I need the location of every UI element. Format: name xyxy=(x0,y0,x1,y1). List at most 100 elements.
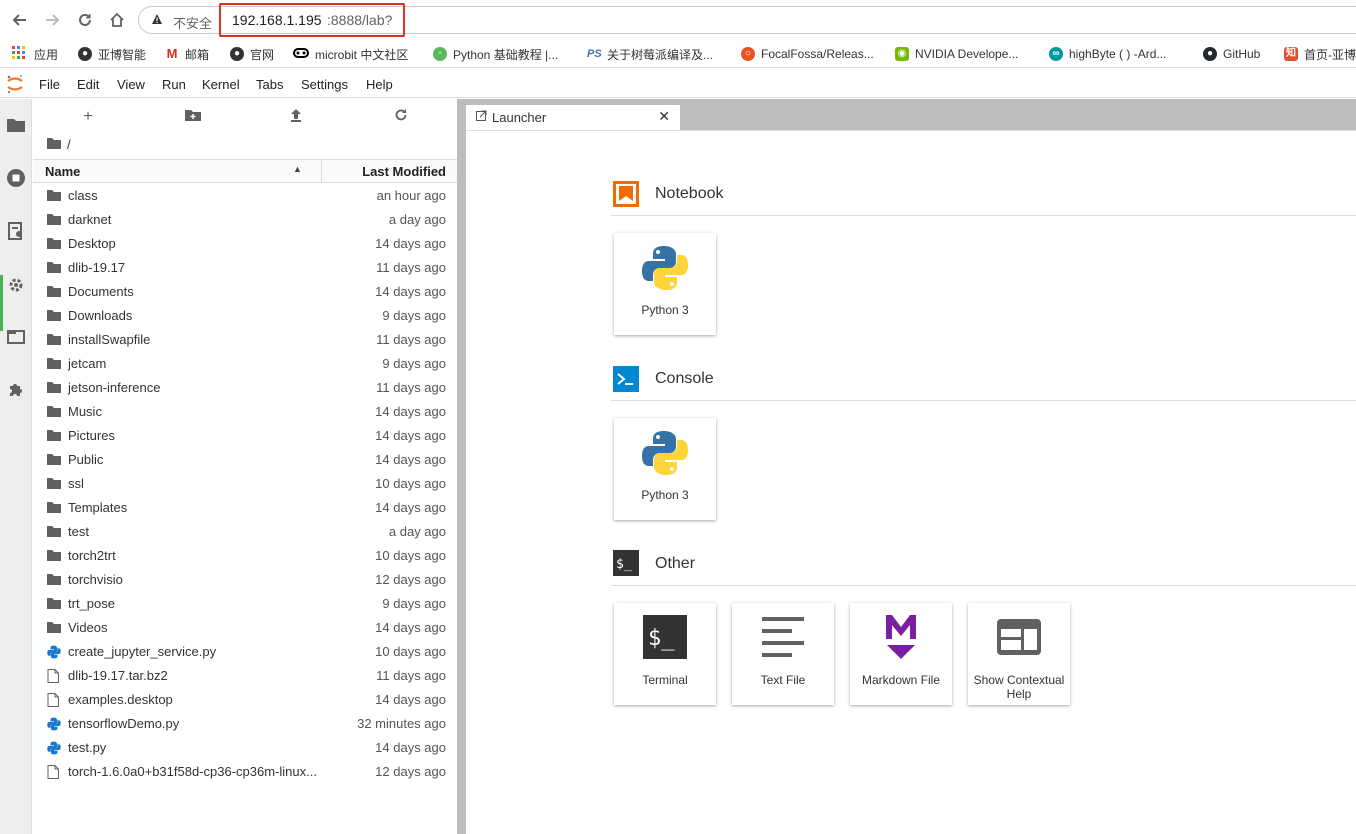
file-list-item[interactable]: Desktop 14 days ago xyxy=(33,232,457,256)
menu-help[interactable]: Help xyxy=(366,77,393,92)
breadcrumb-root[interactable]: / xyxy=(67,137,71,152)
contextual-help-icon xyxy=(997,619,1041,658)
file-list-item[interactable]: Downloads 9 days ago xyxy=(33,304,457,328)
file-list-item[interactable]: test a day ago xyxy=(33,520,457,544)
url-host[interactable]: 192.168.1.195 xyxy=(232,12,322,28)
file-name: Videos xyxy=(68,620,108,635)
file-name: Desktop xyxy=(68,236,116,251)
bookmark-yahboom[interactable]: ● 亚博智能 xyxy=(78,45,146,63)
file-list-item[interactable]: Documents 14 days ago xyxy=(33,280,457,304)
file-list-item[interactable]: jetcam 9 days ago xyxy=(33,352,457,376)
text-file-card[interactable]: Text File xyxy=(732,603,834,705)
active-panel-indicator xyxy=(0,275,3,331)
menu-run[interactable]: Run xyxy=(162,77,186,92)
tab-launcher[interactable]: Launcher ✕ xyxy=(466,105,680,130)
folder-icon xyxy=(47,597,61,611)
file-list-item[interactable]: torch2trt 10 days ago xyxy=(33,544,457,568)
bookmark-microbit[interactable]: microbit 中文社区 xyxy=(293,45,408,63)
file-list-item[interactable]: Pictures 14 days ago xyxy=(33,424,457,448)
bookmark-github[interactable]: ● GitHub xyxy=(1203,45,1260,63)
file-list-item[interactable]: Videos 14 days ago xyxy=(33,616,457,640)
column-name-header[interactable]: Name xyxy=(45,164,80,179)
column-modified-header[interactable]: Last Modified xyxy=(362,164,446,179)
jupyter-menubar: File Edit View Run Kernel Tabs Settings … xyxy=(0,70,1356,98)
notebook-python3-card[interactable]: Python 3 xyxy=(614,233,716,335)
bookmark-site[interactable]: ● 官网 xyxy=(230,45,274,63)
commands-palette-icon[interactable] xyxy=(6,221,26,241)
bookmark-label: 官网 xyxy=(250,47,275,62)
file-list-item[interactable]: trt_pose 9 days ago xyxy=(33,592,457,616)
zhihu-icon: 知 xyxy=(1284,47,1298,61)
file-name: torch2trt xyxy=(68,548,116,563)
upload-icon[interactable] xyxy=(286,108,306,126)
file-list-item[interactable]: darknet a day ago xyxy=(33,208,457,232)
bookmark-raspberry[interactable]: PS 关于树莓派编译及... xyxy=(587,45,713,63)
forward-arrow-icon[interactable] xyxy=(40,8,64,32)
home-icon[interactable] xyxy=(105,8,129,32)
bookmark-apps[interactable]: 应用 xyxy=(12,45,58,63)
terminal-card[interactable]: $_ Terminal xyxy=(614,603,716,705)
menu-settings[interactable]: Settings xyxy=(301,77,348,92)
file-list-item[interactable]: ssl 10 days ago xyxy=(33,472,457,496)
insecure-label[interactable]: 不安全 xyxy=(173,13,212,32)
reload-icon[interactable] xyxy=(73,8,97,32)
open-tabs-icon[interactable] xyxy=(6,327,26,347)
markdown-file-card[interactable]: Markdown File xyxy=(850,603,952,705)
tab-label: Launcher xyxy=(492,110,547,125)
back-arrow-icon[interactable] xyxy=(8,8,32,32)
file-modified: 12 days ago xyxy=(375,764,446,779)
file-list-item[interactable]: test.py 14 days ago xyxy=(33,736,457,760)
card-label: Text File xyxy=(760,673,806,687)
file-modified: 10 days ago xyxy=(375,548,446,563)
panel-splitter[interactable] xyxy=(457,99,466,834)
refresh-icon[interactable] xyxy=(391,108,411,126)
file-list-item[interactable]: installSwapfile 11 days ago xyxy=(33,328,457,352)
warning-icon[interactable] xyxy=(151,13,163,28)
file-list-item[interactable]: dlib-19.17.tar.bz2 11 days ago xyxy=(33,664,457,688)
file-modified: 9 days ago xyxy=(382,596,446,611)
property-inspector-gear-icon[interactable] xyxy=(6,275,26,295)
file-list-item[interactable]: tensorflowDemo.py 32 minutes ago xyxy=(33,712,457,736)
card-label: Terminal xyxy=(642,673,688,687)
file-list-item[interactable]: torch-1.6.0a0+b31f58d-cp36-cp36m-linux..… xyxy=(33,760,457,784)
column-divider[interactable] xyxy=(321,160,322,182)
yahboom-site-icon: ● xyxy=(230,47,244,61)
close-icon[interactable]: ✕ xyxy=(658,108,670,125)
console-python3-card[interactable]: Python 3 xyxy=(614,418,716,520)
bookmark-home[interactable]: 知 首页-亚博 xyxy=(1284,45,1356,63)
new-folder-icon[interactable] xyxy=(183,108,203,126)
file-list-item[interactable]: jetson-inference 11 days ago xyxy=(33,376,457,400)
contextual-help-card[interactable]: Show Contextual Help xyxy=(968,603,1070,705)
file-list-item[interactable]: create_jupyter_service.py 10 days ago xyxy=(33,640,457,664)
file-list-item[interactable]: examples.desktop 14 days ago xyxy=(33,688,457,712)
bookmark-python-tutorial[interactable]: ◦ Python 基础教程 |... xyxy=(433,45,558,63)
folder-icon xyxy=(47,381,61,395)
file-name: jetcam xyxy=(68,356,107,371)
url-path[interactable]: :8888/lab? xyxy=(327,12,392,28)
file-list-item[interactable]: class an hour ago xyxy=(33,184,457,208)
file-list-item[interactable]: dlib-19.17 11 days ago xyxy=(33,256,457,280)
breadcrumb-folder-icon[interactable] xyxy=(47,137,61,152)
file-list-item[interactable]: Music 14 days ago xyxy=(33,400,457,424)
file-list-item[interactable]: Public 14 days ago xyxy=(33,448,457,472)
menu-edit[interactable]: Edit xyxy=(77,77,99,92)
bookmark-ubuntu[interactable]: ○ FocalFossa/Releas... xyxy=(741,45,874,63)
menu-tabs[interactable]: Tabs xyxy=(256,77,283,92)
bookmark-label: microbit 中文社区 xyxy=(315,47,409,62)
folder-icon xyxy=(47,405,61,419)
microbit-icon xyxy=(293,47,309,61)
menu-kernel[interactable]: Kernel xyxy=(202,77,240,92)
menu-view[interactable]: View xyxy=(117,77,145,92)
sort-ascending-icon[interactable]: ▲ xyxy=(293,164,302,174)
file-list-item[interactable]: Templates 14 days ago xyxy=(33,496,457,520)
menu-file[interactable]: File xyxy=(39,77,60,92)
bookmark-nvidia[interactable]: ◉ NVIDIA Develope... xyxy=(895,45,1018,63)
bookmark-arduino[interactable]: ∞ highByte ( ) -Ard... xyxy=(1049,45,1166,63)
extension-puzzle-icon[interactable] xyxy=(6,379,26,399)
folder-icon[interactable] xyxy=(6,115,26,135)
bookmark-label: 亚博智能 xyxy=(98,47,147,62)
new-launcher-plus-icon[interactable]: + xyxy=(78,108,98,126)
running-stop-icon[interactable] xyxy=(6,168,26,188)
file-list-item[interactable]: torchvisio 12 days ago xyxy=(33,568,457,592)
bookmark-mail[interactable]: M 邮箱 xyxy=(165,45,209,63)
